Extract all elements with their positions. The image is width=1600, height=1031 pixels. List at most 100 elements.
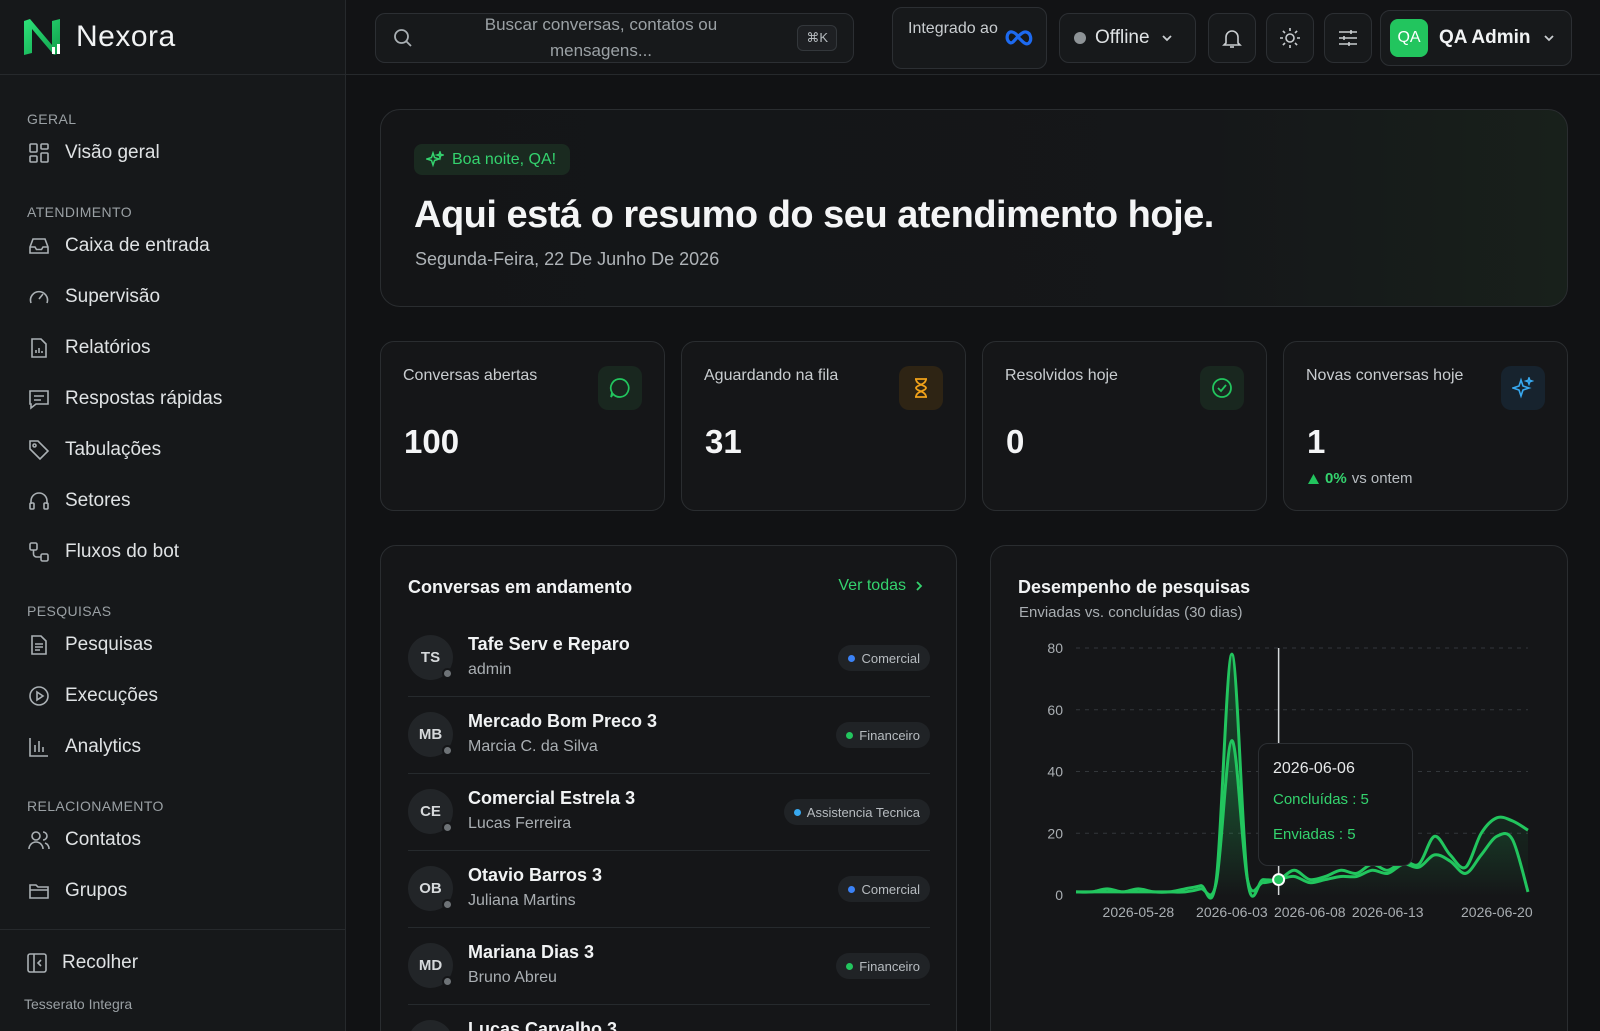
assigned-agent: admin — [468, 661, 512, 678]
panel-subtitle: Enviadas vs. concluídas (30 dias) — [1019, 604, 1243, 621]
integration-status[interactable]: Integrado ao — [892, 7, 1047, 69]
stat-value: 31 — [705, 423, 742, 460]
sidebar-item-label: Caixa de entrada — [65, 234, 210, 256]
chevron-down-icon — [1159, 30, 1175, 46]
sector-label: Comercial — [861, 881, 920, 897]
chevron-down-icon — [1541, 30, 1557, 46]
section-title-pesquisas: PESQUISAS — [27, 603, 112, 619]
sidebar-item-caixa-de-entrada[interactable]: Caixa de entrada — [0, 220, 345, 271]
stat-card-aguardando-na-fila[interactable]: Aguardando na fila 31 — [681, 341, 966, 511]
sidebar-item-execucoes[interactable]: Execuções — [0, 670, 345, 721]
dashboard-grid-icon — [28, 142, 50, 164]
sector-badge: Financeiro — [836, 722, 930, 748]
sector-badge: Assistencia Tecnica — [783, 799, 930, 825]
conversation-row[interactable]: LC Lucas Carvalho 3 — [408, 1005, 930, 1031]
presence-dot — [442, 899, 453, 910]
sidebar-item-label: Execuções — [65, 684, 158, 706]
presence-status-dropdown[interactable]: Offline — [1059, 13, 1196, 63]
contact-name: Tafe Serv e Reparo — [468, 634, 630, 654]
sidebar-item-analytics[interactable]: Analytics — [0, 721, 345, 772]
sector-label: Financeiro — [859, 958, 920, 974]
section-title-relacionamento: RELACIONAMENTO — [27, 798, 164, 814]
assigned-agent: Bruno Abreu — [468, 969, 557, 986]
sidebar-item-label: Setores — [65, 489, 131, 511]
assigned-agent: Lucas Ferreira — [468, 815, 572, 832]
sector-badge: Comercial — [838, 876, 930, 902]
contact-name: Otavio Barros 3 — [468, 865, 603, 885]
sidebar-item-setores[interactable]: Setores — [0, 475, 345, 526]
sidebar-item-pesquisas[interactable]: Pesquisas — [0, 619, 345, 670]
collapse-panel-icon — [26, 952, 48, 974]
sidebar-item-relatorios[interactable]: Relatórios — [0, 322, 345, 373]
sector-badge: Financeiro — [836, 953, 930, 979]
welcome-banner: Boa noite, QA! Aqui está o resumo do seu… — [380, 109, 1568, 307]
brand[interactable]: Nexora — [0, 0, 345, 75]
avatar: QA — [1390, 19, 1428, 57]
sidebar-item-label: Visão geral — [65, 141, 160, 163]
search-input[interactable]: Buscar conversas, contatos ou mensagens.… — [375, 13, 854, 63]
sidebar-item-fluxos-do-bot[interactable]: Fluxos do bot — [0, 526, 345, 577]
ongoing-conversations-panel: Conversas em andamento Ver todas TS Tafe … — [380, 545, 957, 1031]
status-dot — [1074, 32, 1086, 44]
notifications-button[interactable] — [1208, 13, 1256, 63]
sector-dot — [846, 962, 854, 970]
conversation-row[interactable]: MB Mercado Bom Preco 3 Marcia C. da Silva F… — [408, 697, 930, 774]
conversation-list: TS Tafe Serv e Reparo admin Comercial MB Merc… — [408, 620, 930, 1031]
presence-dot — [442, 745, 453, 756]
conversation-row[interactable]: OB Otavio Barros 3 Juliana Martins Comercia… — [408, 851, 930, 928]
conversation-row[interactable]: TS Tafe Serv e Reparo admin Comercial — [408, 620, 930, 697]
check-circle-icon — [1200, 366, 1244, 410]
hourglass-icon — [899, 366, 943, 410]
delta-text: vs ontem — [1351, 470, 1413, 487]
collapse-label: Recolher — [62, 952, 139, 973]
sector-dot — [793, 808, 801, 816]
sidebar-item-label: Fluxos do bot — [65, 540, 180, 562]
user-menu-button[interactable]: QA QA Admin — [1380, 10, 1572, 66]
contact-name: Mariana Dias 3 — [468, 942, 595, 962]
delta-percent: 0% — [1325, 470, 1347, 487]
conversation-row[interactable]: MD Mariana Dias 3 Bruno Abreu Financeiro — [408, 928, 930, 1005]
status-label: Offline — [1095, 27, 1150, 48]
sidebar-item-supervisao[interactable]: Supervisão — [0, 271, 345, 322]
sidebar-item-visao-geral[interactable]: Visão geral — [0, 127, 345, 178]
sidebar-item-grupos[interactable]: Grupos — [0, 865, 345, 916]
tooltip-line-enviadas: Enviadas : 5 — [1273, 826, 1356, 843]
tag-icon — [28, 439, 50, 461]
presence-dot — [442, 822, 453, 833]
chat-bubble-icon — [598, 366, 642, 410]
search-icon — [392, 27, 414, 49]
footer-note: Tesserato Integra — [24, 996, 133, 1012]
presence-dot — [442, 976, 453, 987]
sector-dot — [846, 731, 854, 739]
sidebar-nav: GERAL Visão geral ATENDIMENTO Caixa de e… — [0, 75, 345, 916]
stat-card-novas-conversas-hoje[interactable]: Novas conversas hoje 1 0% vs ontem — [1283, 341, 1568, 511]
see-all-link[interactable]: Ver todas — [838, 577, 926, 595]
stat-value: 1 — [1307, 423, 1326, 460]
stat-label: Conversas abertas — [403, 367, 538, 384]
search-placeholder: Buscar conversas, contatos ou mensagens.… — [484, 15, 718, 60]
greeting-text: Boa noite, QA! — [452, 150, 557, 168]
sidebar-item-respostas-rapidas[interactable]: Respostas rápidas — [0, 373, 345, 424]
theme-toggle-button[interactable] — [1266, 13, 1314, 63]
bell-icon — [1221, 27, 1243, 49]
sliders-icon — [1337, 27, 1359, 49]
sidebar-item-tabulacoes[interactable]: Tabulações — [0, 424, 345, 475]
sector-badge: Comercial — [838, 645, 930, 671]
section-title-geral: GERAL — [27, 111, 77, 127]
collapse-sidebar-button[interactable]: Recolher — [0, 930, 345, 996]
stat-card-conversas-abertas[interactable]: Conversas abertas 100 — [380, 341, 665, 511]
sidebar-item-label: Tabulações — [65, 438, 162, 460]
sector-label: Comercial — [861, 650, 920, 666]
document-icon — [28, 634, 50, 656]
stat-card-resolvidos-hoje[interactable]: Resolvidos hoje 0 — [982, 341, 1267, 511]
user-name: QA Admin — [1439, 27, 1531, 48]
preferences-button[interactable] — [1324, 13, 1372, 63]
topbar: Buscar conversas, contatos ou mensagens.… — [346, 0, 1600, 75]
sector-dot — [848, 885, 856, 893]
assigned-agent: Marcia C. da Silva — [468, 738, 598, 755]
sidebar-item-label: Analytics — [65, 735, 142, 757]
stat-label: Resolvidos hoje — [1005, 367, 1118, 384]
sidebar-item-contatos[interactable]: Contatos — [0, 814, 345, 865]
conversation-row[interactable]: CE Comercial Estrela 3 Lucas Ferreira Assis… — [408, 774, 930, 851]
sparkles-icon — [1501, 366, 1545, 410]
